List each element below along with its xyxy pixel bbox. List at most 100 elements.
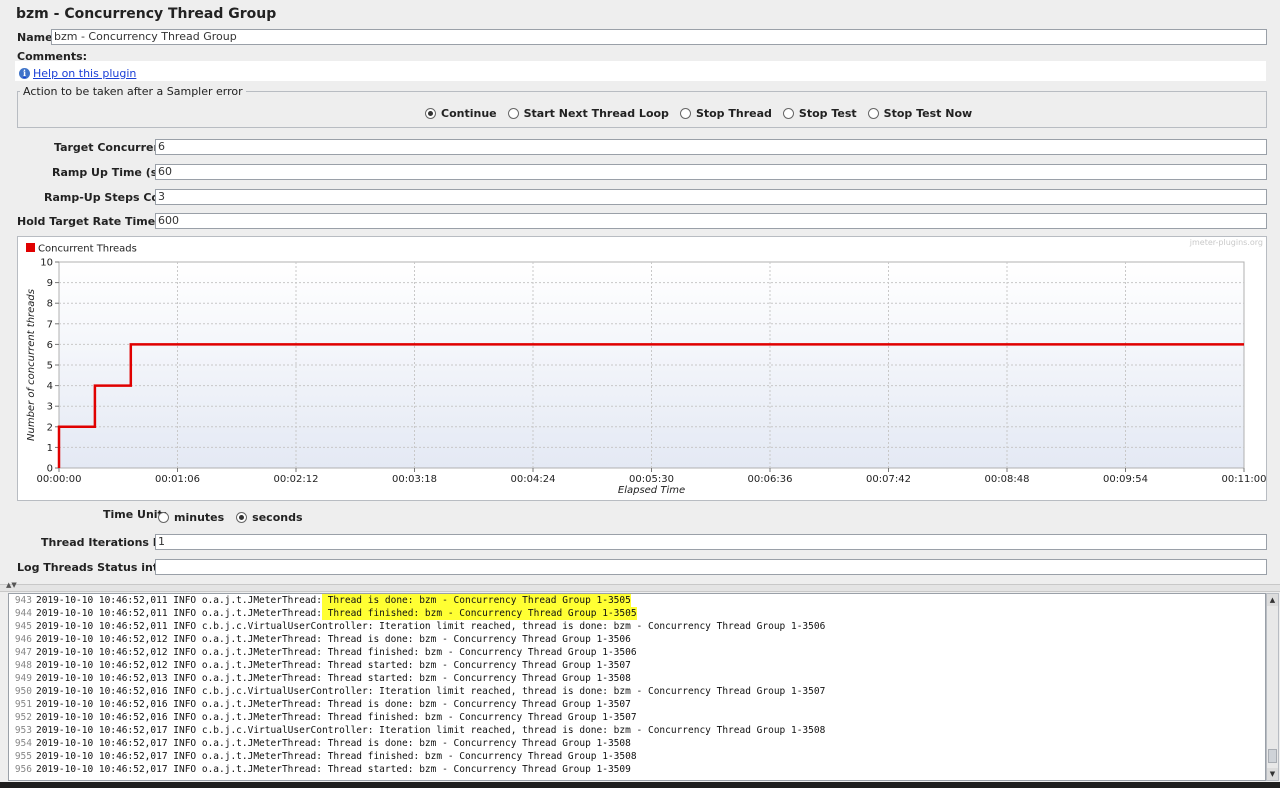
name-input[interactable]: bzm - Concurrency Thread Group xyxy=(51,29,1267,45)
x-tick-label: 00:01:06 xyxy=(155,474,200,485)
x-axis-label: Elapsed Time xyxy=(618,485,685,496)
sampler-error-radio-label: Stop Test xyxy=(798,107,857,120)
sampler-error-title: Action to be taken after a Sampler error xyxy=(20,85,246,98)
comments-label: Comments: xyxy=(17,50,88,63)
help-link[interactable]: i Help on this plugin xyxy=(19,67,136,80)
split-pane-divider[interactable]: ▲▼ xyxy=(0,582,1280,592)
log-line-number: 946 xyxy=(14,634,32,645)
x-tick-label: 00:11:00 xyxy=(1222,474,1266,485)
log-line-prefix: 2019-10-10 10:46:52,013 INFO o.a.j.t.JMe… xyxy=(36,673,322,684)
sampler-error-radio-label: Start Next Thread Loop xyxy=(523,107,669,120)
time-unit-radio-minutes[interactable]: minutes xyxy=(158,511,224,524)
time-unit-options: minutes seconds xyxy=(158,511,303,524)
x-tick-label: 00:05:30 xyxy=(629,474,674,485)
sampler-error-radio-stop-test-now[interactable]: Stop Test Now xyxy=(867,107,973,120)
log-line: 956 2019-10-10 10:46:52,017 INFO o.a.j.t.… xyxy=(9,763,1265,776)
x-tick-label: 00:04:24 xyxy=(511,474,556,485)
radio-icon[interactable] xyxy=(236,512,248,523)
log-line-prefix: 2019-10-10 10:46:52,017 INFO o.a.j.t.JMe… xyxy=(36,738,322,749)
log-line-prefix: 2019-10-10 10:46:52,011 INFO o.a.j.t.JMe… xyxy=(36,595,322,606)
log-line-prefix: 2019-10-10 10:46:52,016 INFO c.b.j.c.Vir… xyxy=(36,686,374,697)
log-line-message: Thread started: bzm - Concurrency Thread… xyxy=(321,673,631,684)
y-tick-label: 5 xyxy=(47,361,53,372)
sampler-error-radio-continue[interactable]: Continue xyxy=(425,107,497,120)
chart-watermark: jmeter-plugins.org xyxy=(1189,238,1263,247)
log-line: 948 2019-10-10 10:46:52,012 INFO o.a.j.t.… xyxy=(9,659,1265,672)
log-line-number: 956 xyxy=(14,764,32,775)
log-line-highlighted-message: Thread finished: bzm - Concurrency Threa… xyxy=(321,607,637,620)
log-line-message: Iteration limit reached, thread is done:… xyxy=(373,686,826,697)
sampler-error-radio-label: Stop Test Now xyxy=(883,107,973,120)
log-line-prefix: 2019-10-10 10:46:52,017 INFO o.a.j.t.JMe… xyxy=(36,751,322,762)
legend-label: Concurrent Threads xyxy=(38,244,137,255)
log-line: 953 2019-10-10 10:46:52,017 INFO c.b.j.c.… xyxy=(9,724,1265,737)
time-unit-radio-seconds[interactable]: seconds xyxy=(236,511,303,524)
log-line-prefix: 2019-10-10 10:46:52,016 INFO o.a.j.t.JMe… xyxy=(36,699,322,710)
collapse-arrows-icon[interactable]: ▲▼ xyxy=(6,582,17,589)
log-file-input[interactable] xyxy=(155,559,1267,575)
log-scrollbar[interactable]: ▲ ▼ xyxy=(1266,593,1279,781)
radio-icon[interactable] xyxy=(782,108,794,119)
log-line-prefix: 2019-10-10 10:46:52,012 INFO o.a.j.t.JMe… xyxy=(36,647,322,658)
log-line-number: 948 xyxy=(14,660,32,671)
x-tick-label: 00:00:00 xyxy=(37,474,82,485)
scroll-down-icon[interactable]: ▼ xyxy=(1267,768,1278,780)
log-line-message: Thread finished: bzm - Concurrency Threa… xyxy=(321,751,637,762)
radio-icon[interactable] xyxy=(679,108,691,119)
log-line-message: Thread is done: bzm - Concurrency Thread… xyxy=(321,738,631,749)
chart-svg: 00:00:00 00:01:06 00:02:12 00:03:18 00:04:24… xyxy=(26,238,1266,496)
log-line-message: Thread finished: bzm - Concurrency Threa… xyxy=(321,647,637,658)
log-line-number: 943 xyxy=(14,595,32,606)
hold-time-input[interactable]: 600 xyxy=(155,213,1267,229)
log-line-message: Iteration limit reached, thread is done:… xyxy=(373,725,826,736)
log-line-message: Thread started: bzm - Concurrency Thread… xyxy=(321,660,631,671)
x-tick-label: 00:03:18 xyxy=(392,474,437,485)
concurrency-chart: 00:00:00 00:01:06 00:02:12 00:03:18 00:04:24… xyxy=(17,236,1267,501)
x-tick-label: 00:02:12 xyxy=(274,474,319,485)
y-tick-label: 0 xyxy=(47,464,53,475)
info-icon: i xyxy=(19,68,30,79)
log-line-number: 944 xyxy=(14,608,32,619)
log-line-number: 953 xyxy=(14,725,32,736)
radio-icon[interactable] xyxy=(425,108,436,119)
scroll-up-icon[interactable]: ▲ xyxy=(1267,594,1278,606)
sampler-error-radio-start-next-thread-loop[interactable]: Start Next Thread Loop xyxy=(507,107,669,120)
y-tick-label: 10 xyxy=(40,258,53,269)
time-unit-radio-label: seconds xyxy=(252,511,303,524)
radio-icon[interactable] xyxy=(507,108,519,119)
x-tick-label: 00:08:48 xyxy=(985,474,1030,485)
radio-icon[interactable] xyxy=(158,512,169,523)
log-line-prefix: 2019-10-10 10:46:52,011 INFO o.a.j.t.JMe… xyxy=(36,608,322,619)
ramp-up-time-input[interactable]: 60 xyxy=(155,164,1267,180)
iterations-input[interactable]: 1 xyxy=(155,534,1267,550)
sampler-error-radio-stop-test[interactable]: Stop Test xyxy=(782,107,857,120)
help-link-label: Help on this plugin xyxy=(33,67,137,80)
log-line-number: 949 xyxy=(14,673,32,684)
log-line: 950 2019-10-10 10:46:52,016 INFO c.b.j.c.… xyxy=(9,685,1265,698)
target-concurrency-input[interactable]: 6 xyxy=(155,139,1267,155)
radio-icon[interactable] xyxy=(867,108,879,119)
log-line: 949 2019-10-10 10:46:52,013 INFO o.a.j.t.… xyxy=(9,672,1265,685)
log-panel[interactable]: 943 2019-10-10 10:46:52,011 INFO o.a.j.t.… xyxy=(8,593,1266,781)
log-line-number: 950 xyxy=(14,686,32,697)
y-tick-label: 8 xyxy=(47,299,53,310)
log-line: 943 2019-10-10 10:46:52,011 INFO o.a.j.t.… xyxy=(9,594,1265,607)
panel-title: bzm - Concurrency Thread Group xyxy=(16,6,277,22)
log-line: 946 2019-10-10 10:46:52,012 INFO o.a.j.t.… xyxy=(9,633,1265,646)
log-line-number: 955 xyxy=(14,751,32,762)
sampler-error-radio-stop-thread[interactable]: Stop Thread xyxy=(679,107,772,120)
sampler-error-radio-label: Continue xyxy=(441,107,497,120)
x-tick-label: 00:06:36 xyxy=(748,474,793,485)
legend-swatch xyxy=(26,243,35,252)
comments-textarea[interactable] xyxy=(15,61,1266,81)
log-line-message: Thread is done: bzm - Concurrency Thread… xyxy=(321,699,631,710)
log-line: 955 2019-10-10 10:46:52,017 INFO o.a.j.t.… xyxy=(9,750,1265,763)
sampler-error-options: Continue Start Next Thread Loop Stop Threa… xyxy=(425,107,972,120)
log-line: 952 2019-10-10 10:46:52,016 INFO o.a.j.t.… xyxy=(9,711,1265,724)
y-tick-label: 3 xyxy=(47,402,53,413)
log-line-number: 954 xyxy=(14,738,32,749)
log-line-highlighted-message: Thread is done: bzm - Concurrency Thread… xyxy=(321,594,631,607)
scroll-thumb[interactable] xyxy=(1268,749,1277,763)
ramp-up-steps-input[interactable]: 3 xyxy=(155,189,1267,205)
time-unit-radio-label: minutes xyxy=(174,511,225,524)
